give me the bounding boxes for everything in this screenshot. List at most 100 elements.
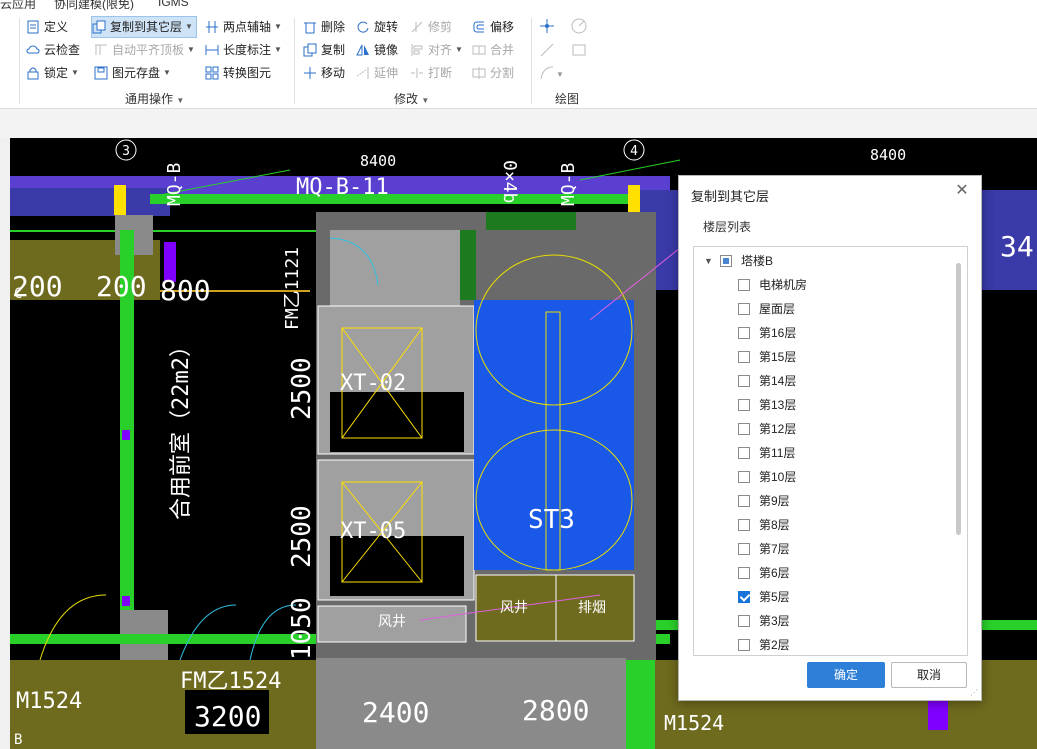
resize-grip-icon[interactable]: ⋰ xyxy=(970,688,978,697)
split-button[interactable]: 分割 xyxy=(472,63,514,83)
dim-text: 1050 xyxy=(287,597,317,660)
floor-checkbox[interactable] xyxy=(738,567,750,579)
copy-to-floor-label: 复制到其它层 xyxy=(110,20,183,34)
align-button[interactable]: 对齐 ▼ xyxy=(410,40,463,60)
copy-to-floor-dialog: 复制到其它层 ✕ 楼层列表 ▼ 塔楼B 电梯机房 屋面层 第16层 第15层 第14层第… xyxy=(678,175,982,701)
tab-igms[interactable]: IGMS xyxy=(158,0,189,9)
floor-label: 第16层 xyxy=(759,326,797,340)
floor-label: 第6层 xyxy=(759,566,790,580)
extend-button[interactable]: 延伸 xyxy=(356,63,398,83)
floor-label: 第12层 xyxy=(759,422,797,436)
lock-button[interactable]: 锁定 ▼ xyxy=(26,63,79,83)
break-icon xyxy=(411,68,423,78)
floor-checkbox[interactable] xyxy=(738,279,750,291)
floor-checkbox[interactable] xyxy=(738,375,750,387)
floor-checkbox[interactable] xyxy=(738,399,750,411)
move-button[interactable]: 移动 xyxy=(303,63,345,83)
chevron-down-icon: ▼ xyxy=(274,22,282,31)
floor-checkbox[interactable] xyxy=(738,591,750,603)
door-tag: M1524 xyxy=(664,711,724,735)
tree-root-tower-b[interactable]: ▼ 塔楼B xyxy=(704,251,773,271)
door-swing xyxy=(39,594,107,661)
floor-checkbox[interactable] xyxy=(738,519,750,531)
mirror-icon xyxy=(356,44,369,56)
floor-checkbox[interactable] xyxy=(738,471,750,483)
marker xyxy=(122,430,130,440)
floor-checkbox[interactable] xyxy=(738,615,750,627)
two-point-axis-button[interactable]: 两点辅轴 ▼ xyxy=(205,17,282,37)
length-dim-button[interactable]: 长度标注 ▼ xyxy=(205,40,282,60)
element-save-button[interactable]: 图元存盘 ▼ xyxy=(94,63,171,83)
ok-button[interactable]: 确定 xyxy=(807,662,885,688)
dim-text: 2800 xyxy=(522,694,589,727)
close-icon[interactable]: ✕ xyxy=(953,182,971,200)
delete-button[interactable]: 删除 xyxy=(303,17,345,37)
convert-element-button[interactable]: 转换图元 xyxy=(205,63,271,83)
point-draw-icon[interactable] xyxy=(538,17,556,35)
tab-cloud-apps[interactable]: 云应用 xyxy=(0,0,36,12)
expand-arrow-icon[interactable]: ▼ xyxy=(704,251,714,271)
floor-item[interactable]: 第5层 xyxy=(738,587,790,607)
floor-item[interactable]: 第13层 xyxy=(738,395,796,415)
dim-text: 2400 xyxy=(362,696,429,729)
room-label: 风井 xyxy=(378,614,406,630)
floor-item[interactable]: 第14层 xyxy=(738,371,796,391)
floor-checkbox[interactable] xyxy=(738,303,750,315)
vertical-scrollbar[interactable] xyxy=(956,263,961,535)
floor-tree: ▼ 塔楼B 电梯机房屋面层第16层第15层第14层第13层第12层第11层第10… xyxy=(693,246,968,656)
mirror-button[interactable]: 镜像 xyxy=(356,40,398,60)
shaft-void xyxy=(330,392,464,452)
flush-slab-icon xyxy=(95,44,107,55)
floor-item[interactable]: 第15层 xyxy=(738,347,796,367)
extend-label: 延伸 xyxy=(374,66,399,80)
define-button[interactable]: 定义 xyxy=(26,17,68,37)
merge-button[interactable]: 合并 xyxy=(472,40,514,60)
floor-checkbox[interactable] xyxy=(738,423,750,435)
floor-item[interactable]: 第3层 xyxy=(738,611,790,631)
floor-item[interactable]: 屋面层 xyxy=(738,299,795,319)
shaft-void xyxy=(330,536,464,596)
floor-item[interactable]: 第10层 xyxy=(738,467,796,487)
rectangle-draw-icon[interactable] xyxy=(570,41,588,59)
floor-label: 第14层 xyxy=(759,374,797,388)
align-label: 对齐 xyxy=(428,43,453,57)
cloud-check-button[interactable]: 云检查 xyxy=(26,40,80,60)
tab-collab-modeling[interactable]: 协同建模(限免) xyxy=(54,0,134,12)
cloud-check-icon xyxy=(26,45,40,54)
rotate-button[interactable]: 旋转 xyxy=(356,17,398,37)
floor-checkbox[interactable] xyxy=(738,543,750,555)
floor-item[interactable]: 第9层 xyxy=(738,491,790,511)
floor-item[interactable]: 电梯机房 xyxy=(738,275,807,295)
copy-button[interactable]: 复制 xyxy=(303,40,345,60)
axis-label-4: 4 xyxy=(630,144,638,159)
floor-item[interactable]: 第6层 xyxy=(738,563,790,583)
circle-draw-icon[interactable] xyxy=(570,17,588,35)
root-checkbox[interactable] xyxy=(720,255,732,267)
room-label: XT-02 xyxy=(340,371,406,396)
trim-button[interactable]: 修剪 xyxy=(410,17,452,37)
auto-flush-slab-button[interactable]: 自动平齐顶板 ▼ xyxy=(94,40,195,60)
copy-to-floor-button[interactable]: 复制到其它层 ▼ xyxy=(91,16,197,38)
floor-item[interactable]: 第16层 xyxy=(738,323,796,343)
break-button[interactable]: 打断 xyxy=(410,63,452,83)
floor-item[interactable]: 第8层 xyxy=(738,515,790,535)
root-label: 塔楼B xyxy=(741,254,774,268)
floor-checkbox[interactable] xyxy=(738,447,750,459)
cloud-check-label: 云检查 xyxy=(44,43,81,57)
rotate-icon xyxy=(357,21,369,33)
ribbon-toolbar: 云应用 协同建模(限免) IGMS 定义 云检查 锁定 ▼ 复制到其它层 ▼ 自动平… xyxy=(0,0,1037,108)
ribbon-separator xyxy=(19,18,20,104)
cancel-button[interactable]: 取消 xyxy=(891,662,967,688)
floor-checkbox[interactable] xyxy=(738,327,750,339)
floor-item[interactable]: 第12层 xyxy=(738,419,796,439)
floor-checkbox[interactable] xyxy=(738,495,750,507)
line-draw-icon[interactable] xyxy=(538,41,556,59)
floor-checkbox[interactable] xyxy=(738,351,750,363)
arc-draw-icon[interactable]: ▼ xyxy=(538,64,564,82)
floor-item[interactable]: 第7层 xyxy=(738,539,790,559)
offset-button[interactable]: 偏移 xyxy=(472,17,514,37)
floor-item[interactable]: 第11层 xyxy=(738,443,795,463)
floor-item[interactable]: 第2层 xyxy=(738,635,790,655)
floor-checkbox[interactable] xyxy=(738,639,750,651)
canvas-left-strip xyxy=(0,138,10,749)
